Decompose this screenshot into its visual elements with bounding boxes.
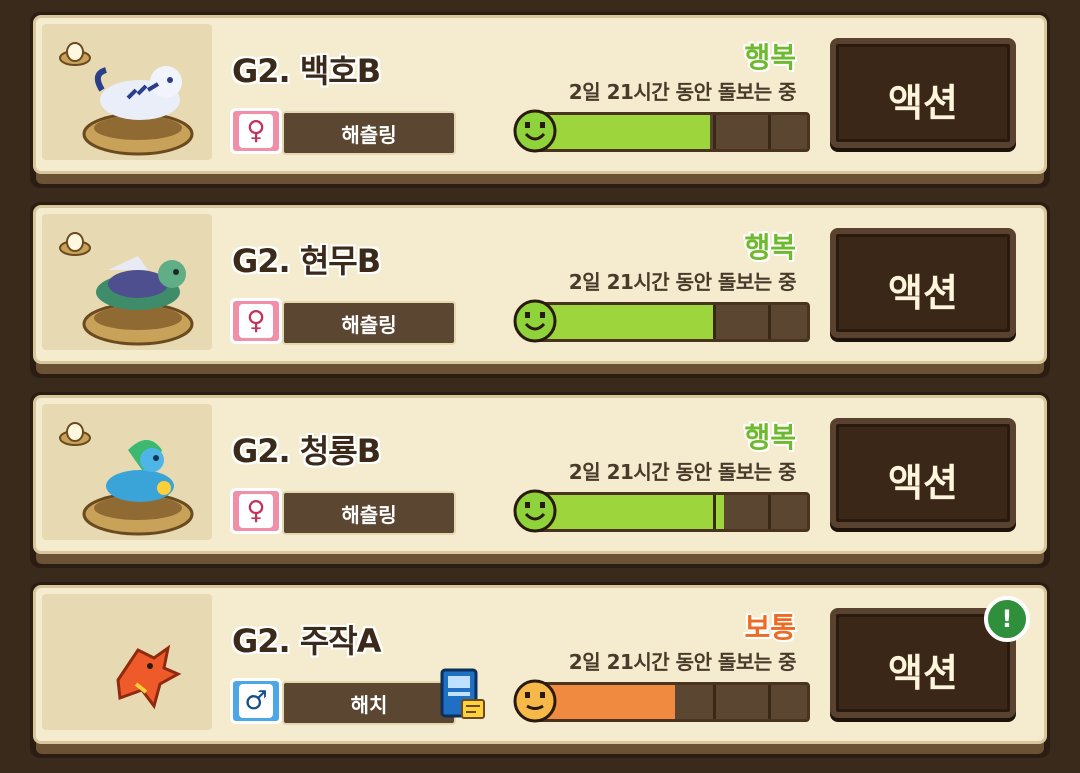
black-tortoise-icon: [78, 240, 198, 350]
bar-divider: [768, 685, 772, 719]
mood-label: 행복: [744, 421, 796, 454]
pet-portrait: [42, 24, 212, 160]
action-button-label: 액션: [888, 81, 958, 125]
mood-face-icon: [512, 298, 558, 344]
care-timer: 2일 21시간 동안 돌보는 중: [568, 270, 797, 294]
mood-progress-bar: [528, 302, 810, 342]
mood-face-icon: [512, 678, 558, 724]
mood-progress-bar: [528, 112, 810, 152]
growth-stage-label: 해츨링: [282, 301, 456, 345]
pet-portrait: [42, 594, 212, 730]
alert-icon[interactable]: !: [984, 596, 1030, 642]
pet-card[interactable]: G2. 청룡B ♀ 해츨링 행복 2일 21시간 동안 돌보는 중 액션: [30, 392, 1050, 568]
growth-stage-label: 해츨링: [282, 111, 456, 155]
mood-progress-bar: [528, 682, 810, 722]
action-button[interactable]: 액션: [830, 228, 1016, 338]
bar-divider: [713, 305, 717, 339]
female-icon: ♀: [239, 114, 273, 148]
action-button[interactable]: 액션: [830, 418, 1016, 528]
pet-name: G2. 백호B: [232, 52, 381, 90]
bar-divider: [713, 495, 717, 529]
pet-card[interactable]: G2. 백호B ♀ 해츨링 행복 2일 21시간 동안 돌보는 중 액션: [30, 12, 1050, 188]
pet-portrait: [42, 214, 212, 350]
card-face: G2. 백호B ♀ 해츨링 행복 2일 21시간 동안 돌보는 중 액션: [33, 15, 1047, 174]
pet-card[interactable]: G2. 현무B ♀ 해츨링 행복 2일 21시간 동안 돌보는 중 액션: [30, 202, 1050, 378]
white-tiger-icon: [78, 50, 198, 160]
azure-dragon-icon: [78, 430, 198, 540]
gender-badge: ♀: [230, 108, 282, 154]
card-face: G2. 청룡B ♀ 해츨링 행복 2일 21시간 동안 돌보는 중 액션: [33, 395, 1047, 554]
pet-name: G2. 주작A: [232, 622, 381, 660]
gender-badge: ♂: [230, 678, 282, 724]
gender-badge: ♀: [230, 298, 282, 344]
action-button-label: 액션: [888, 461, 958, 505]
bar-divider: [768, 305, 772, 339]
care-timer: 2일 21시간 동안 돌보는 중: [568, 80, 797, 104]
card-face: G2. 주작A ♂ 해치 보통 2일 21시간 동안 돌보는 중 액션!: [33, 585, 1047, 744]
vermilion-bird-icon: [78, 620, 198, 730]
mood-face-icon: [512, 488, 558, 534]
pet-card[interactable]: G2. 주작A ♂ 해치 보통 2일 21시간 동안 돌보는 중 액션!: [30, 582, 1050, 758]
action-button[interactable]: 액션: [830, 38, 1016, 148]
mood-progress-bar: [528, 492, 810, 532]
growth-stage-label: 해츨링: [282, 491, 456, 535]
bar-divider: [768, 495, 772, 529]
mood-label: 행복: [744, 231, 796, 264]
action-button-label: 액션: [888, 651, 958, 695]
gender-badge: ♀: [230, 488, 282, 534]
pet-name: G2. 청룡B: [232, 432, 381, 470]
card-face: G2. 현무B ♀ 해츨링 행복 2일 21시간 동안 돌보는 중 액션: [33, 205, 1047, 364]
action-button-label: 액션: [888, 271, 958, 315]
pet-name: G2. 현무B: [232, 242, 381, 280]
pet-portrait: [42, 404, 212, 540]
mood-progress-fill: [531, 495, 725, 529]
care-timer: 2일 21시간 동안 돌보는 중: [568, 650, 797, 674]
mood-progress-fill: [531, 305, 716, 339]
growth-stage-label: 해치: [282, 681, 456, 725]
care-timer: 2일 21시간 동안 돌보는 중: [568, 460, 797, 484]
mood-label: 보통: [744, 611, 796, 644]
female-icon: ♀: [239, 494, 273, 528]
male-icon: ♂: [239, 684, 273, 718]
mood-face-icon: [512, 108, 558, 154]
notebook-icon[interactable]: [438, 668, 486, 722]
bar-divider: [768, 115, 772, 149]
bar-divider: [713, 685, 717, 719]
female-icon: ♀: [239, 304, 273, 338]
pet-list: G2. 백호B ♀ 해츨링 행복 2일 21시간 동안 돌보는 중 액션 G2. 현무B ♀ 해…: [0, 0, 1080, 773]
mood-label: 행복: [744, 41, 796, 74]
bar-divider: [713, 115, 717, 149]
